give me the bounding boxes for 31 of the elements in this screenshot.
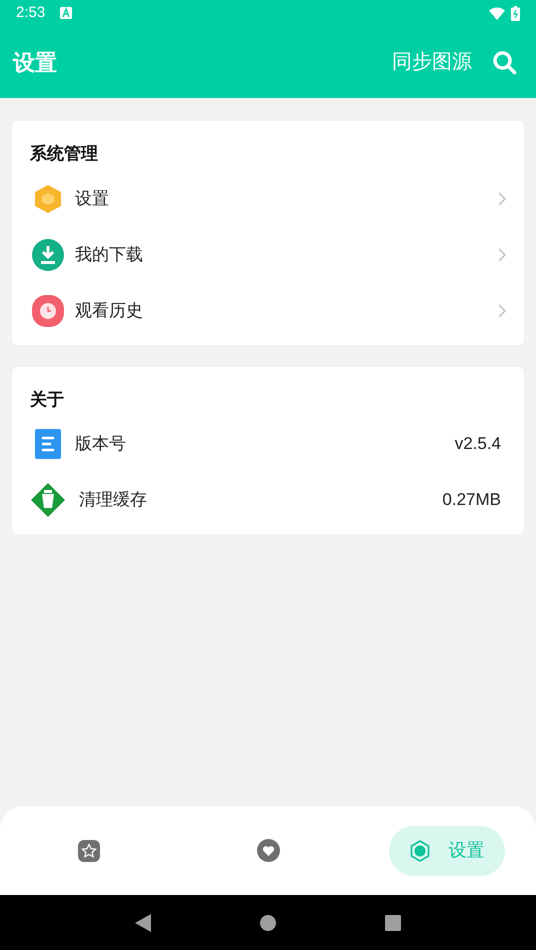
- settings-row[interactable]: 观看历史: [30, 282, 506, 338]
- settings-row[interactable]: 设置: [30, 170, 506, 226]
- wifi-icon: [489, 6, 505, 20]
- row-label: 清理缓存: [79, 489, 147, 512]
- trash-icon: [30, 482, 66, 518]
- row-label: 版本号: [75, 433, 126, 456]
- hexagon-icon: [33, 184, 63, 214]
- clock-icon: [32, 294, 64, 326]
- row-label: 我的下载: [75, 244, 143, 266]
- settings-icon: [408, 840, 431, 862]
- row-label: 观看历史: [75, 300, 143, 322]
- chevron-right-icon: [498, 248, 506, 262]
- chevron-right-icon: [498, 304, 506, 318]
- battery-icon: [511, 6, 520, 20]
- section-title: 关于: [30, 388, 65, 410]
- row-value: 0.27MB: [442, 489, 501, 512]
- home-icon[interactable]: [260, 914, 276, 930]
- row-label: 设置: [75, 188, 109, 210]
- page-title: 设置: [13, 48, 57, 76]
- chevron-right-icon: [498, 192, 506, 206]
- back-icon[interactable]: [134, 914, 151, 932]
- settings-row[interactable]: 版本号 v2.5.4: [30, 416, 506, 472]
- status-time: 2:53: [16, 2, 46, 23]
- row-value: v2.5.4: [454, 433, 501, 456]
- settings-row[interactable]: 清理缓存 0.27MB: [30, 472, 506, 528]
- notification-icon: [60, 7, 72, 19]
- recents-icon[interactable]: [385, 914, 402, 930]
- document-icon: [35, 429, 61, 459]
- download-icon: [31, 238, 65, 272]
- settings-row[interactable]: 我的下载: [30, 226, 506, 282]
- section-title: 系统管理: [30, 143, 99, 165]
